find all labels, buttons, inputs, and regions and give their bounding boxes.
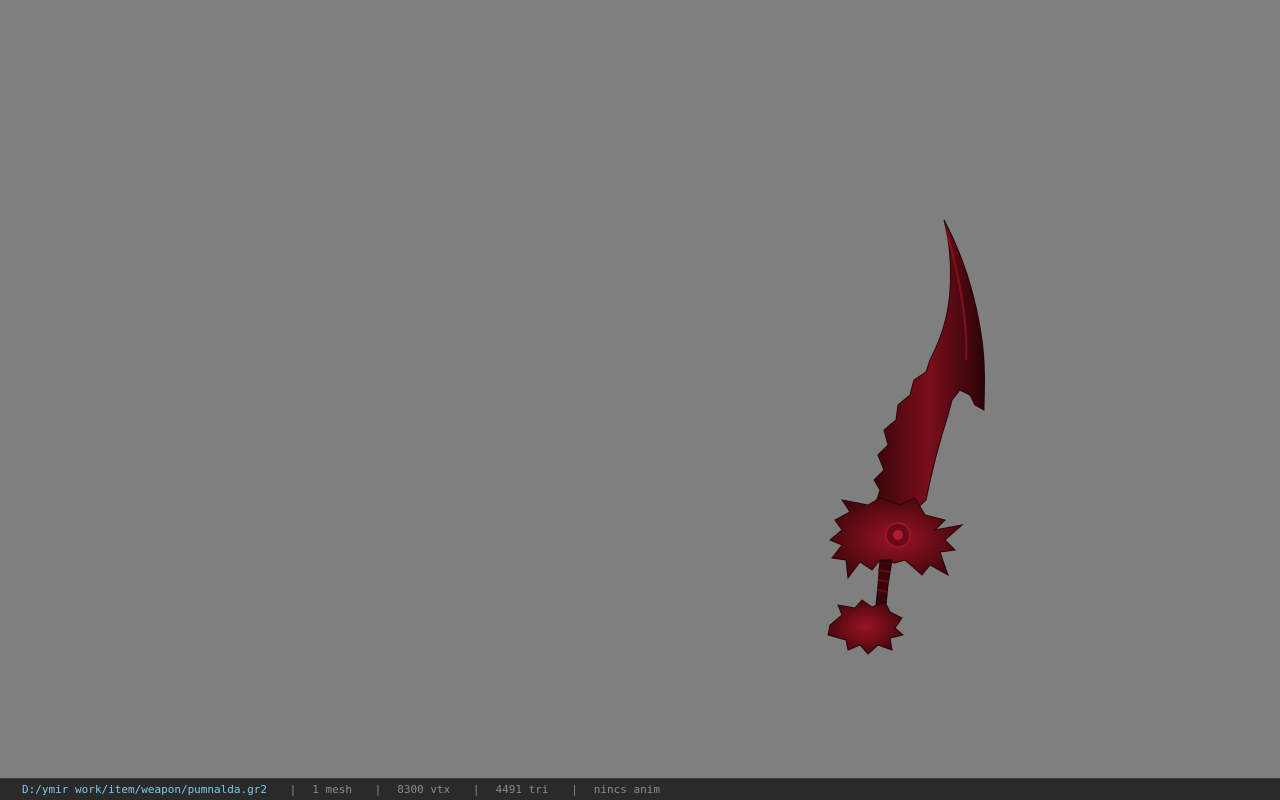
triangle-count: 4491 tri (495, 783, 549, 796)
grip (875, 559, 893, 606)
separator: | (374, 783, 382, 796)
separator: | (289, 783, 297, 796)
animation-status: nincs anim (593, 783, 660, 796)
vertex-count: 8300 vtx (397, 783, 451, 796)
blade (873, 219, 985, 516)
file-path: D:/ymir work/item/weapon/pumnalda.gr2 (22, 783, 268, 796)
mesh-count: 1 mesh (312, 783, 353, 796)
weapon-model (827, 219, 985, 655)
separator: | (571, 783, 578, 796)
pommel (827, 599, 905, 655)
separator: | (472, 783, 480, 796)
status-bar: D:/ymir work/item/weapon/pumnalda.gr2 | 1… (0, 778, 1280, 800)
3d-viewport[interactable] (0, 0, 1280, 778)
